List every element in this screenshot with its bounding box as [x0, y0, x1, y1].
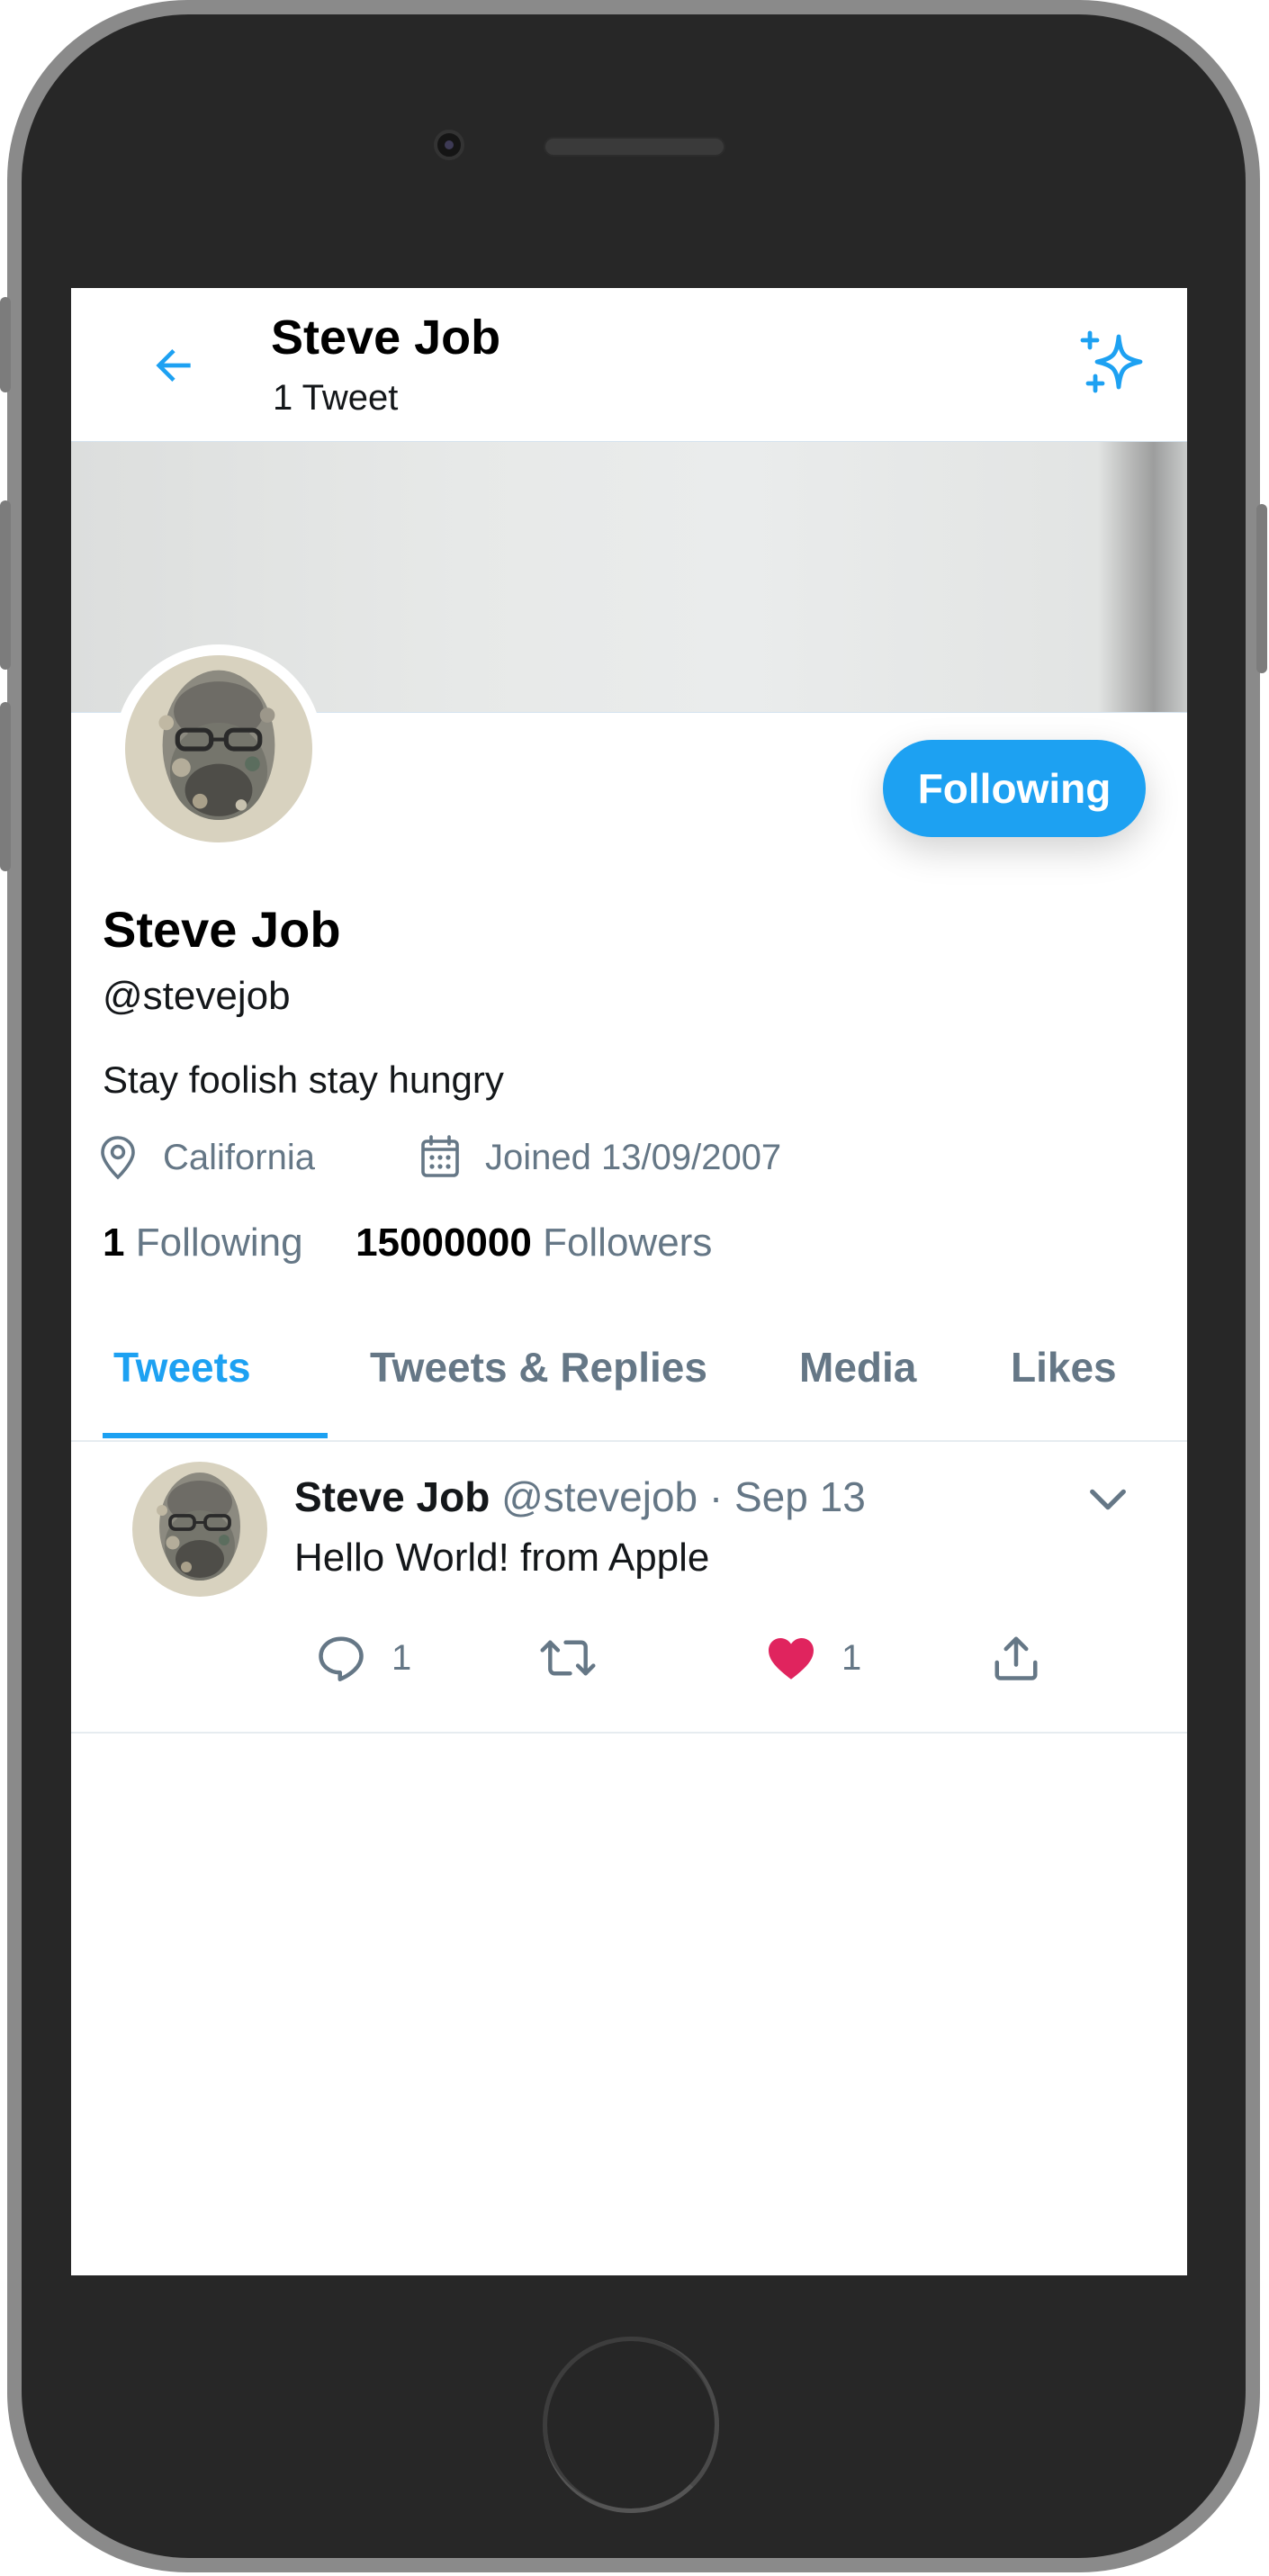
mute-switch — [0, 297, 11, 392]
front-camera — [434, 130, 464, 160]
header-title: Steve Job — [271, 311, 501, 365]
back-arrow-icon[interactable] — [148, 340, 199, 391]
tweet-avatar[interactable] — [132, 1462, 267, 1597]
retweet-button[interactable] — [539, 1631, 597, 1685]
tab-tweets[interactable]: Tweets — [113, 1343, 251, 1392]
location: California — [96, 1132, 315, 1183]
power-button — [1256, 504, 1267, 673]
sparkle-icon[interactable] — [1076, 326, 1148, 398]
tweet-text: Hello World! from Apple — [294, 1536, 710, 1580]
tweet-item[interactable]: Steve Job @stevejob · Sep 13 Hello World… — [71, 1442, 1187, 1734]
location-pin-icon — [101, 1136, 135, 1180]
tab-tweets-replies[interactable]: Tweets & Replies — [370, 1343, 707, 1392]
retweet-icon — [540, 1640, 596, 1676]
location-text: California — [163, 1137, 315, 1177]
chevron-down-icon[interactable] — [1084, 1476, 1131, 1523]
following-button[interactable]: Following — [883, 740, 1146, 837]
follow-stats: 1 Following 15000000 Followers — [103, 1220, 712, 1265]
earpiece-speaker — [544, 137, 725, 157]
avatar-image — [125, 655, 312, 842]
reply-icon — [319, 1636, 364, 1681]
profile-bio: Stay foolish stay hungry — [103, 1058, 504, 1101]
heart-icon — [769, 1638, 814, 1680]
following-stat[interactable]: 1 Following — [103, 1220, 303, 1265]
profile-avatar[interactable] — [114, 644, 323, 853]
followers-label: Followers — [543, 1220, 713, 1265]
tweet-handle: @stevejob — [501, 1473, 698, 1520]
join-date: Joined 13/09/2007 — [418, 1132, 781, 1183]
home-button[interactable] — [543, 2337, 719, 2513]
active-tab-indicator — [103, 1433, 328, 1438]
like-button[interactable]: 1 — [764, 1631, 861, 1685]
join-date-text: Joined 13/09/2007 — [485, 1137, 782, 1177]
reply-count: 1 — [392, 1637, 412, 1678]
tweet-author[interactable]: Steve Job — [294, 1473, 490, 1520]
tweet-date: · Sep 13 — [708, 1473, 866, 1520]
profile-handle: @stevejob — [103, 974, 291, 1018]
followers-stat[interactable]: 15000000 Followers — [356, 1220, 712, 1265]
profile-header: Steve Job 1 Tweet — [71, 288, 1187, 441]
profile-tabs: Tweets Tweets & Replies Media Likes — [71, 1323, 1187, 1442]
reply-button[interactable]: 1 — [314, 1631, 411, 1685]
calendar-icon — [421, 1135, 459, 1177]
profile-name: Steve Job — [103, 901, 341, 958]
tab-likes[interactable]: Likes — [1011, 1343, 1117, 1392]
tweet-count: 1 Tweet — [273, 378, 399, 418]
volume-up-button — [0, 500, 11, 670]
followers-count: 15000000 — [356, 1220, 532, 1265]
share-button[interactable] — [989, 1631, 1043, 1685]
following-label: Following — [135, 1220, 303, 1265]
tab-media[interactable]: Media — [799, 1343, 916, 1392]
tweet-header: Steve Job @stevejob · Sep 13 — [294, 1473, 866, 1521]
app-screen: Steve Job 1 Tweet Following Steve Job @s… — [71, 288, 1187, 2275]
volume-down-button — [0, 702, 11, 871]
following-count: 1 — [103, 1220, 125, 1265]
share-icon — [994, 1636, 1038, 1680]
like-count: 1 — [842, 1637, 862, 1678]
